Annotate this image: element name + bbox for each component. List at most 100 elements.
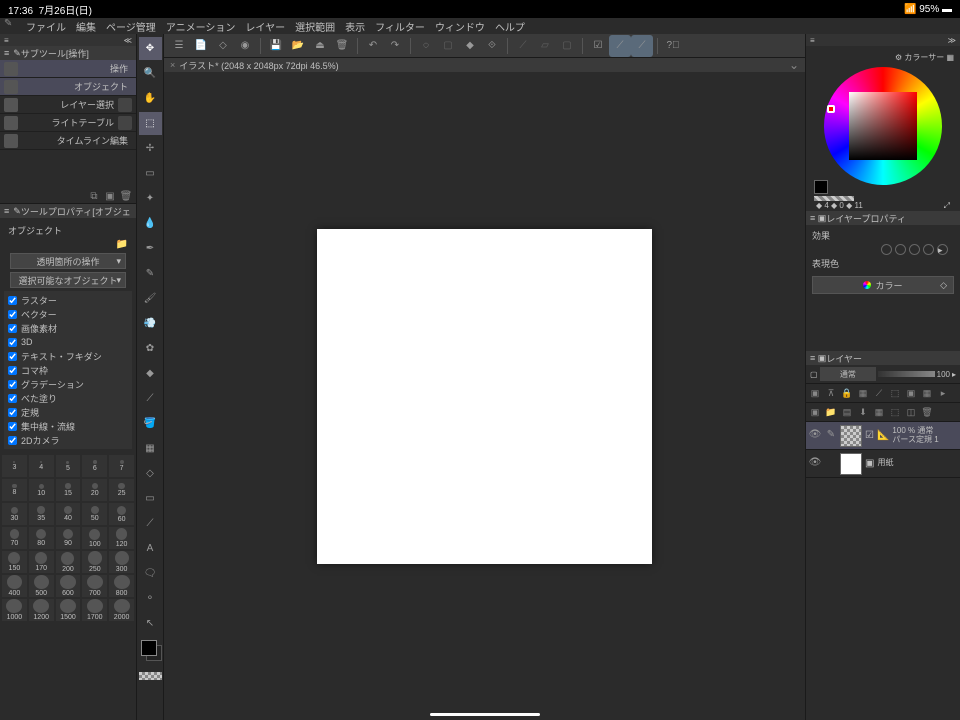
check-vector[interactable]: ベクター [8,307,128,321]
brush-size-6[interactable]: 6 [82,455,107,477]
tool-text[interactable]: A [139,537,162,560]
new-folder-icon[interactable]: 📁 [824,405,838,419]
snap-perspective-icon[interactable]: ⟋ [631,35,653,57]
brush-size-7[interactable]: 7 [109,455,134,477]
select-icon[interactable]: ◌ [415,35,437,57]
edit-icon[interactable]: ✎ [824,429,838,443]
check-fill[interactable]: べた塗り [8,391,128,405]
menu-window[interactable]: ウィンドウ [435,19,485,34]
new-layer-icon[interactable]: ▣ [808,405,822,419]
tool-layer-move[interactable]: ⬚ [139,112,162,135]
brush-size-15[interactable]: 15 [56,479,81,501]
check-3d[interactable]: 3D [8,335,128,349]
transparency-dropdown[interactable]: 透明箇所の操作▾ [10,253,126,269]
tool-wand[interactable]: ✦ [139,187,162,210]
selectable-object-dropdown[interactable]: 選択可能なオブジェクト▾ [10,272,126,288]
check-raster[interactable]: ラスター [8,293,128,307]
brush-size-300[interactable]: 300 [109,551,134,573]
brush-size-80[interactable]: 80 [29,527,54,549]
save-icon[interactable]: 💾 [265,35,287,57]
check-focusline[interactable]: 集中線・流線 [8,419,128,433]
brush-size-600[interactable]: 600 [56,575,81,597]
check-image[interactable]: 画像素材 [8,321,128,335]
brush-size-1000[interactable]: 1000 [2,599,27,621]
layer-thumb[interactable] [840,425,862,447]
flip-h-icon[interactable]: ⟋ [512,35,534,57]
brush-size-2000[interactable]: 2000 [109,599,134,621]
subtool-light-table[interactable]: ライトテーブル [0,114,136,132]
tool-line[interactable]: ↖ [139,612,162,635]
brush-size-200[interactable]: 200 [56,551,81,573]
trash-icon[interactable]: 🗑 [331,35,353,57]
cog-icon[interactable]: ⚙ [895,53,902,62]
brush-size-700[interactable]: 700 [82,575,107,597]
tool-blend[interactable]: ⟋ [139,387,162,410]
brush-size-500[interactable]: 500 [29,575,54,597]
tool-brush[interactable]: 🖌 [139,287,162,310]
check-text[interactable]: テキスト・フキダシ [8,349,128,363]
brush-size-800[interactable]: 800 [109,575,134,597]
shape-icon[interactable]: ◇ [212,35,234,57]
check-ruler[interactable]: 定規 [8,405,128,419]
brush-size-70[interactable]: 70 [2,527,27,549]
tool-gradient[interactable]: ▦ [139,437,162,460]
subtool-operation[interactable]: 操作 [0,60,136,78]
flip-v-icon[interactable]: ▱ [534,35,556,57]
tool-operation[interactable]: ✥ [139,37,162,60]
brush-size-60[interactable]: 60 [109,503,134,525]
brush-size-35[interactable]: 35 [29,503,54,525]
snap-ruler-icon[interactable]: ⟋ [609,35,631,57]
subtool-timeline[interactable]: タイムライン編集 [0,132,136,150]
brush-size-8[interactable]: 8 [2,479,27,501]
tool-move[interactable]: ✋ [139,87,162,110]
tool-move-arrows[interactable]: ✢ [139,137,162,160]
tool-fill[interactable]: 🪣 [139,412,162,435]
brush-size-5[interactable]: 5 [56,455,81,477]
brush-size-1200[interactable]: 1200 [29,599,54,621]
snap-icon[interactable]: ☑ [587,35,609,57]
app-logo-icon[interactable]: ✎ [4,18,20,34]
current-color-swatch[interactable] [814,180,828,194]
brush-size-1500[interactable]: 1500 [56,599,81,621]
visibility-icon[interactable]: 👁 [808,429,822,443]
folder-icon[interactable]: 📁 [116,239,128,250]
visibility-icon[interactable]: 👁 [808,457,822,471]
brush-size-4[interactable]: 4 [29,455,54,477]
clear-icon[interactable]: ◆ [459,35,481,57]
layer-paper[interactable]: 👁 ▣ 用紙 [806,450,960,478]
tab-collapse-icon[interactable]: ⌄ [789,58,799,72]
subtool-object[interactable]: オブジェクト [0,78,136,96]
menu-icon[interactable]: ☰ [168,35,190,57]
tool-ruler[interactable]: ⟋ [139,512,162,535]
crop-icon[interactable]: ⟐ [481,35,503,57]
menu-view[interactable]: 表示 [345,19,365,34]
right-panel-tabs[interactable]: ≡≫ [806,34,960,46]
color-square[interactable] [849,92,917,160]
menu-filter[interactable]: フィルター [375,19,425,34]
canvas-area[interactable] [164,72,805,720]
check-2dcamera[interactable]: 2Dカメラ [8,433,128,447]
check-frame[interactable]: コマ枠 [8,363,128,377]
brush-size-120[interactable]: 120 [109,527,134,549]
tool-frame[interactable]: ▭ [139,487,162,510]
layer-perspective-ruler[interactable]: 👁 ✎ ☑📐 100 % 通常パース定規 1 [806,422,960,450]
brush-size-150[interactable]: 150 [2,551,27,573]
transparent-swatch[interactable] [139,672,162,680]
help-icon[interactable]: ?⃝ [662,35,684,57]
tool-pen[interactable]: ✒ [139,237,162,260]
transform-icon[interactable]: ◉ [234,35,256,57]
tool-eyedropper[interactable]: 💧 [139,212,162,235]
new-icon[interactable]: 📄 [190,35,212,57]
menu-selection[interactable]: 選択範囲 [295,19,335,34]
color-swatch[interactable] [139,640,162,670]
brush-size-30[interactable]: 30 [2,503,27,525]
layer-preview-icon[interactable]: ▢ [810,370,818,379]
menu-edit[interactable]: 編集 [76,19,96,34]
layerprop-header[interactable]: ≡ ▣ レイヤープロパティ [806,211,960,225]
open-icon[interactable]: 📂 [287,35,309,57]
add-icon[interactable]: ▣ [104,191,116,203]
tool-pencil[interactable]: ✎ [139,262,162,285]
brush-size-25[interactable]: 25 [109,479,134,501]
duplicate-icon[interactable]: ⧉ [88,191,100,203]
menu-page[interactable]: ページ管理 [106,19,156,34]
